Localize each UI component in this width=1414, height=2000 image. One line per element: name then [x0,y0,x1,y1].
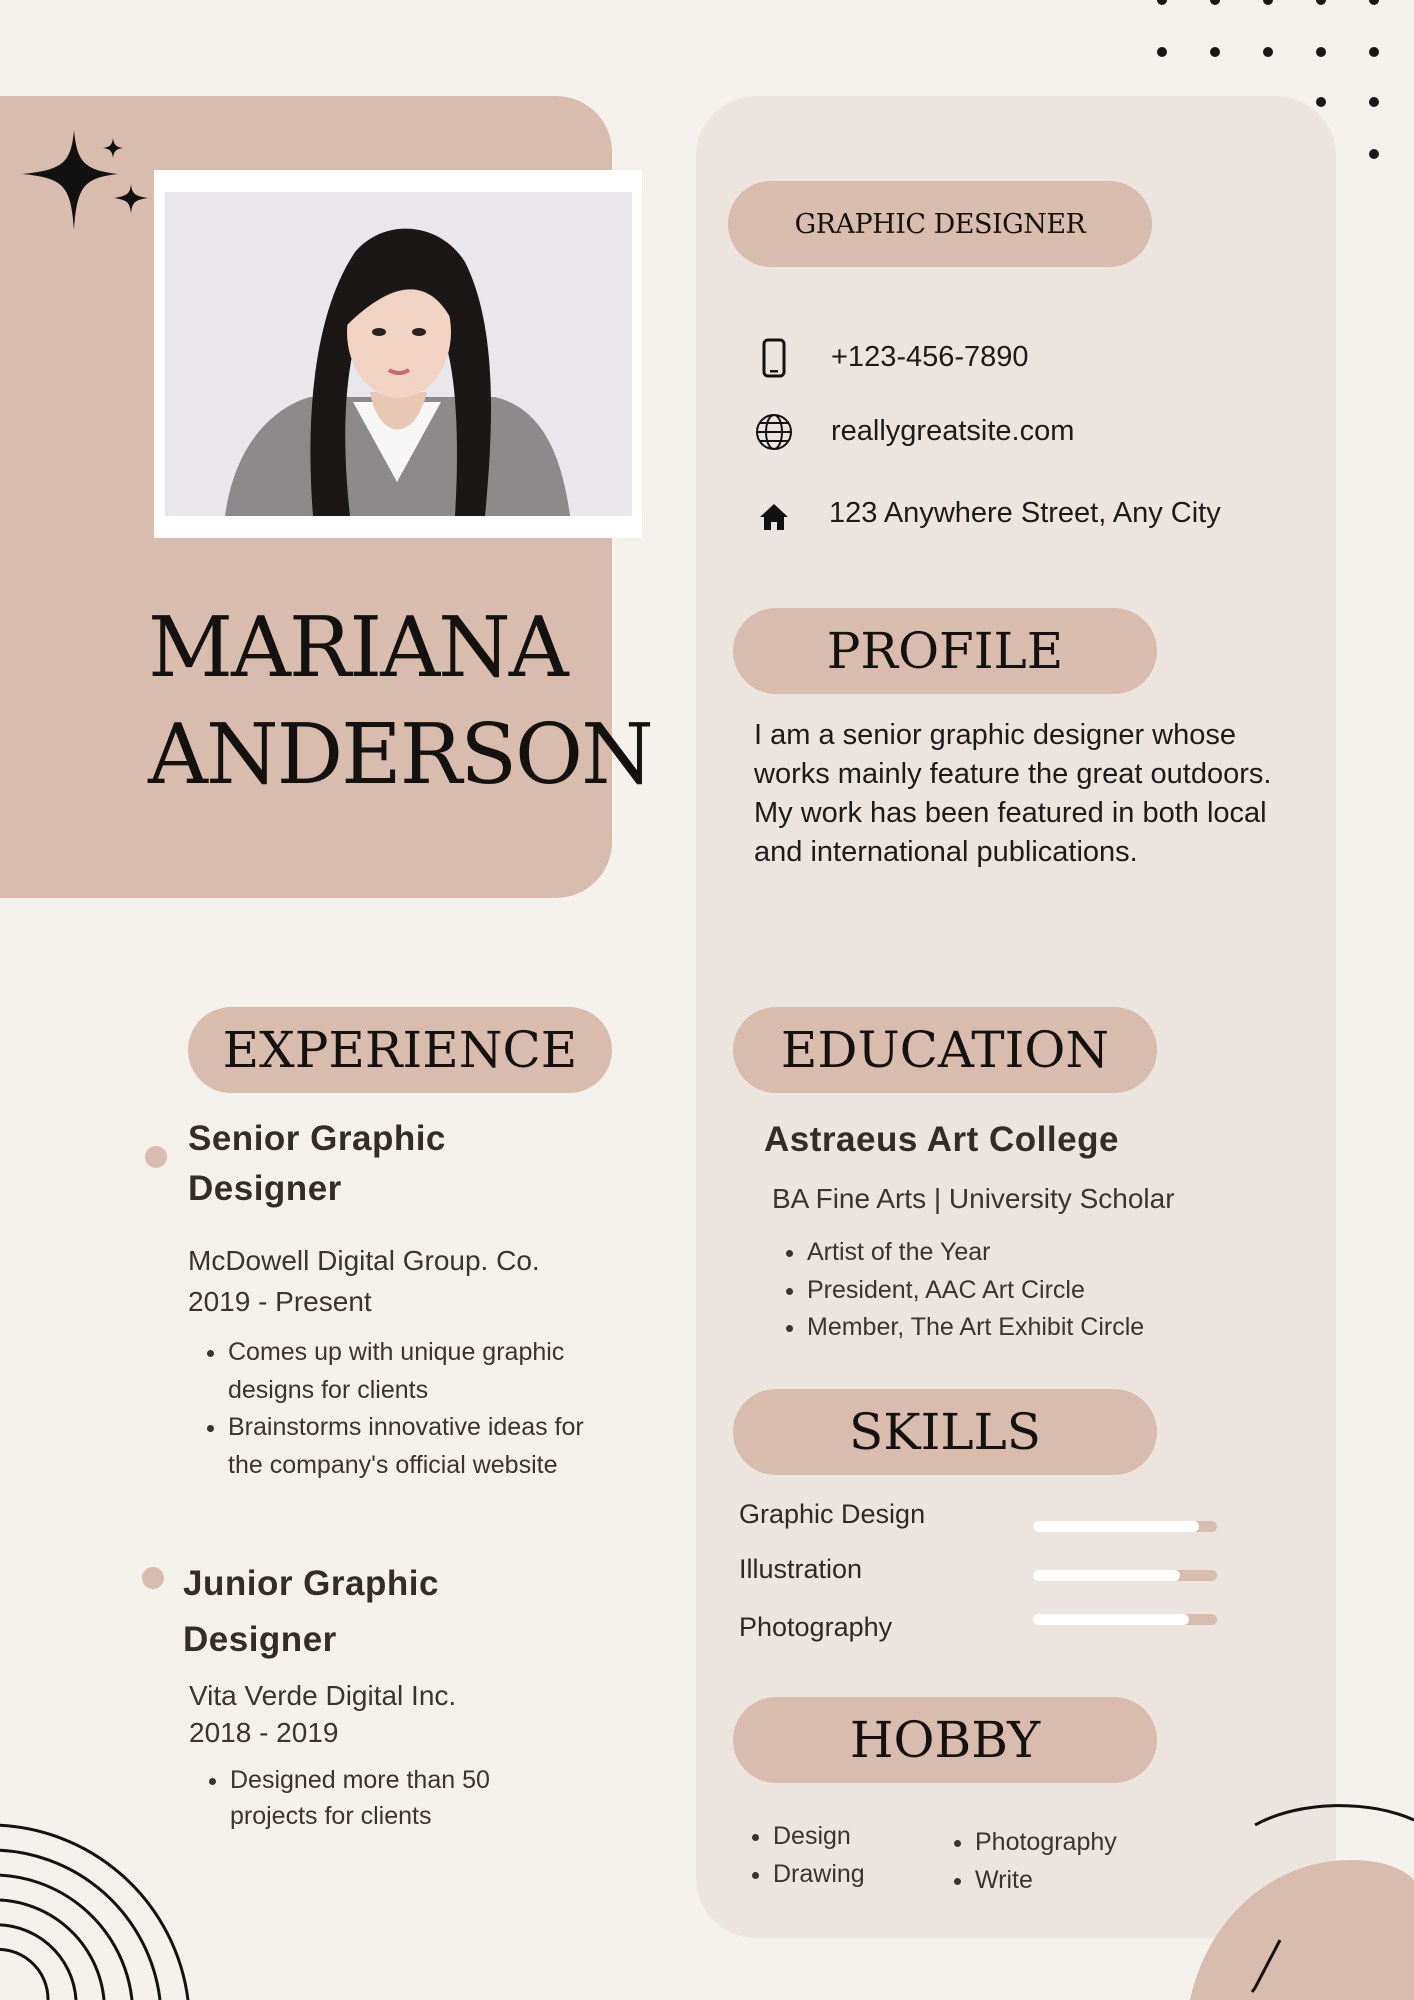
profile-photo [165,192,632,516]
address-text: 123 Anywhere Street, Any City [829,497,1221,529]
list-item: Artist of the Year [807,1234,1307,1272]
arches-decoration [0,1823,190,2000]
job-bullets: Designed more than 50 projects for clien… [190,1762,580,1834]
school-name: Astraeus Art College [764,1120,1119,1159]
hobby-heading: HOBBY [733,1697,1157,1783]
education-bullets: Artist of the Year President, AAC Art Ci… [767,1234,1307,1347]
skills-heading-text: SKILLS [848,1403,1042,1461]
education-heading-text: EDUCATION [780,1021,1110,1079]
job-title-text: GRAPHIC DESIGNER [794,208,1086,240]
job-company: Vita Verde Digital Inc. [189,1680,457,1711]
list-item: Drawing [773,1856,953,1894]
list-item: Member, The Art Exhibit Circle [807,1309,1307,1347]
list-item: Designed more than 50 projects for clien… [230,1762,580,1834]
skill-bar-fill [1033,1521,1199,1532]
skill-bar [1033,1570,1217,1581]
skill-bar [1033,1521,1217,1532]
job-title-badge: GRAPHIC DESIGNER [728,181,1152,267]
sparkle-icon [22,130,148,230]
profile-heading-text: PROFILE [826,622,1064,680]
profile-heading: PROFILE [733,608,1157,694]
skill-label: Graphic Design [739,1499,926,1529]
list-item: Brainstorms innovative ideas for the com… [228,1409,618,1484]
education-heading: EDUCATION [733,1007,1157,1093]
skill-bar-fill [1033,1614,1190,1625]
skill-label: Photography [739,1612,893,1642]
job-period: 2018 - 2019 [189,1717,339,1748]
job-bullets: Comes up with unique graphic designs for… [188,1334,618,1484]
timeline-dot [142,1567,164,1589]
job-title: Senior Graphic Designer [188,1119,446,1208]
phone-number: +123-456-7890 [831,341,1029,373]
last-name: ANDERSON [148,706,654,803]
experience-heading: EXPERIENCE [188,1007,612,1093]
globe-icon [755,413,793,451]
list-item: Comes up with unique graphic designs for… [228,1334,618,1409]
profile-summary: I am a senior graphic designer whose wor… [754,719,1272,868]
experience-heading-text: EXPERIENCE [222,1021,578,1079]
timeline-dot [145,1146,167,1168]
skill-bar-fill [1033,1570,1181,1581]
website-link[interactable]: reallygreatsite.com [831,415,1074,448]
job-title: Junior Graphic Designer [183,1564,439,1659]
first-name: MARIANA [148,599,569,696]
home-icon [755,498,793,536]
skills-heading: SKILLS [733,1389,1157,1475]
job-period: 2019 - Present [188,1286,372,1317]
hobby-list-left: Design Drawing [733,1818,953,1893]
list-item: President, AAC Art Circle [807,1272,1307,1310]
blob-decoration [1190,1804,1414,2000]
mobile-phone-icon [755,338,793,378]
job-company: McDowell Digital Group. Co. [188,1245,540,1276]
skill-bar [1033,1614,1217,1625]
list-item: Design [773,1818,953,1856]
hobby-heading-text: HOBBY [849,1711,1041,1769]
degree-text: BA Fine Arts | University Scholar [772,1183,1175,1214]
skill-label: Illustration [739,1554,863,1584]
